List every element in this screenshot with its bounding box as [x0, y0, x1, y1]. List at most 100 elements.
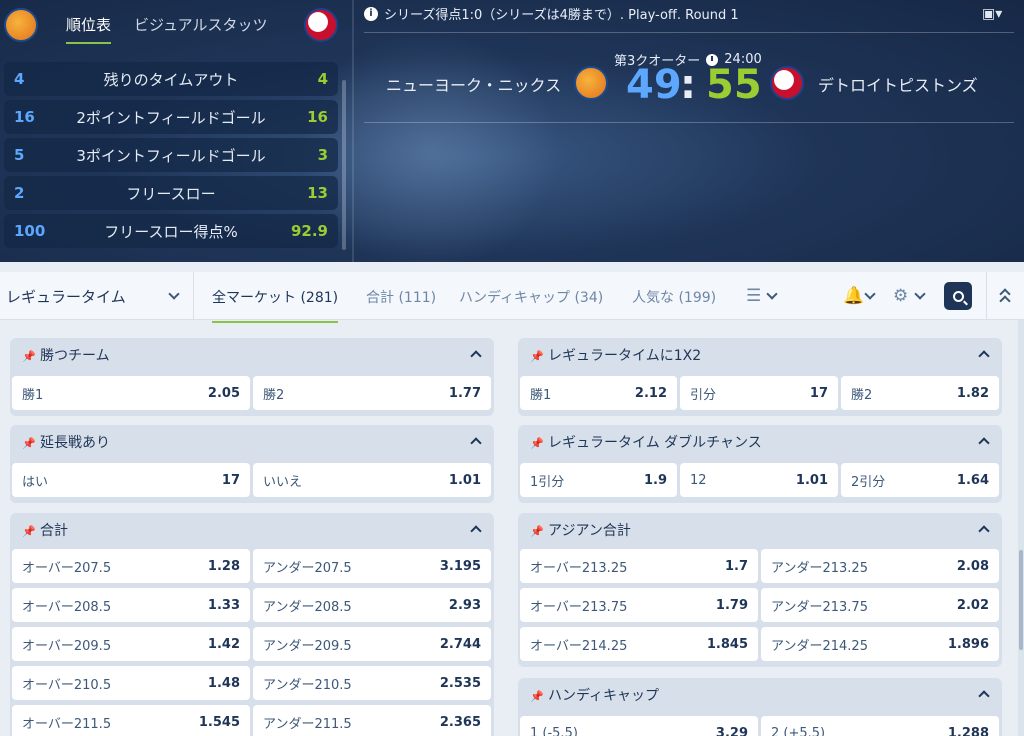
odds-button[interactable]: 勝2 1.77	[253, 376, 491, 410]
market-header[interactable]: 📌 勝つチーム	[10, 338, 494, 372]
odds-button[interactable]: 2引分 1.64	[841, 463, 999, 497]
info-icon: i	[364, 6, 378, 21]
stat-home-value: 4	[14, 70, 25, 88]
stat-label: フリースロー	[126, 184, 216, 203]
search-button[interactable]	[944, 282, 972, 310]
odds-label: オーバー208.5	[22, 599, 112, 615]
chevron-up-icon[interactable]	[470, 525, 482, 537]
stats-scrollbar[interactable]	[342, 80, 346, 250]
odds-button[interactable]: オーバー208.5 1.33	[12, 588, 250, 622]
stat-home-value: 100	[14, 222, 46, 240]
odds-button[interactable]: オーバー214.25 1.845	[520, 627, 758, 661]
stat-label: フリースロー得点%	[104, 222, 238, 241]
odds-value: 1.82	[956, 385, 989, 401]
away-team-name: デトロイトピストンズ	[818, 76, 978, 95]
pin-icon[interactable]: 📌	[530, 690, 544, 703]
divider	[364, 32, 1014, 33]
odds-value: 1.7	[724, 558, 748, 574]
market-header[interactable]: 📌 延長戦あり	[10, 425, 494, 459]
stat-home-value: 2	[14, 184, 25, 202]
odds-button[interactable]: アンダー209.5 2.744	[253, 627, 491, 661]
odds-button[interactable]: 勝2 1.82	[841, 376, 999, 410]
odds-value: 2.93	[448, 597, 481, 613]
chevron-up-icon[interactable]	[470, 350, 482, 362]
odds-value: 1.288	[947, 725, 989, 736]
odds-label: オーバー213.25	[530, 560, 628, 576]
chevron-up-icon[interactable]	[470, 437, 482, 449]
odds-button[interactable]: アンダー213.25 2.08	[761, 549, 999, 583]
stat-row: 100 フリースロー得点% 92.9	[4, 214, 338, 248]
odds-button[interactable]: オーバー210.5 1.48	[12, 666, 250, 700]
odds-button[interactable]: 勝1 2.05	[12, 376, 250, 410]
odds-button[interactable]: 1引分 1.9	[520, 463, 677, 497]
market-header[interactable]: 📌 アジアン合計	[518, 513, 1002, 547]
market-header[interactable]: 📌 ハンディキャップ	[518, 678, 1002, 712]
odds-value: 1.77	[448, 385, 481, 401]
tab-visual-stats[interactable]: ビジュアルスタッツ	[134, 14, 268, 35]
odds-button[interactable]: アンダー208.5 2.93	[253, 588, 491, 622]
pin-icon[interactable]: 📌	[22, 350, 36, 363]
collapse-all-button[interactable]	[986, 272, 1024, 320]
odds-button[interactable]: オーバー211.5 1.545	[12, 705, 250, 736]
odds-value: 2.744	[439, 636, 481, 652]
tab-all-markets[interactable]: 全マーケット (281)	[212, 287, 339, 323]
stats-panel: 順位表 ビジュアルスタッツ 4 残りのタイムアウト 4 16 2ポイントフィール…	[0, 0, 352, 262]
tab-handicap[interactable]: ハンディキャップ (34)	[459, 287, 603, 307]
hero-divider	[352, 0, 354, 262]
tab-popular[interactable]: 人気な (199)	[632, 287, 716, 307]
chevron-up-icon[interactable]	[978, 690, 990, 702]
odds-value: 1.33	[207, 597, 240, 613]
pin-icon[interactable]: 📌	[530, 437, 544, 450]
odds-button[interactable]: 引分 17	[680, 376, 838, 410]
chevron-up-icon[interactable]	[978, 350, 990, 362]
gear-icon[interactable]: ⚙	[893, 286, 908, 306]
market-header[interactable]: 📌 レギュラータイム ダブルチャンス	[518, 425, 1002, 459]
page-scrollbar[interactable]	[1018, 320, 1024, 736]
odds-button[interactable]: アンダー207.5 3.195	[253, 549, 491, 583]
odds-button[interactable]: オーバー207.5 1.28	[12, 549, 250, 583]
bell-icon[interactable]: 🔔	[843, 286, 864, 306]
odds-button[interactable]: はい 17	[12, 463, 250, 497]
stat-label: 2ポイントフィールドゴール	[76, 108, 266, 127]
odds-label: 引分	[690, 387, 717, 403]
pin-icon[interactable]: 📌	[530, 350, 544, 363]
odds-value: 1.845	[706, 636, 748, 652]
odds-label: アンダー207.5	[263, 560, 352, 576]
period-select[interactable]: レギュラータイム	[0, 272, 194, 320]
odds-label: アンダー213.25	[771, 560, 868, 576]
market-title: レギュラータイム ダブルチャンス	[548, 435, 762, 451]
odds-button[interactable]: アンダー214.25 1.896	[761, 627, 999, 661]
chevron-down-icon	[914, 288, 926, 300]
odds-button[interactable]: オーバー213.75 1.79	[520, 588, 758, 622]
market-header[interactable]: 📌 合計	[10, 513, 494, 547]
odds-value: 17	[221, 472, 240, 488]
stat-away-value: 16	[307, 108, 328, 126]
odds-button[interactable]: アンダー211.5 2.365	[253, 705, 491, 736]
pin-icon[interactable]: 📌	[22, 437, 36, 450]
odds-button[interactable]: 12 1.01	[680, 463, 838, 497]
chevron-down-icon	[168, 288, 180, 300]
tv-icon[interactable]: ▣▾	[982, 6, 1002, 22]
pin-icon[interactable]: 📌	[530, 525, 544, 538]
odds-button[interactable]: オーバー213.25 1.7	[520, 549, 758, 583]
chevron-up-icon[interactable]	[978, 525, 990, 537]
market-title: 勝つチーム	[40, 348, 110, 364]
pin-icon[interactable]: 📌	[22, 525, 36, 538]
odds-button[interactable]: 勝1 2.12	[520, 376, 677, 410]
tab-totals[interactable]: 合計 (111)	[366, 287, 436, 307]
odds-button[interactable]: オーバー209.5 1.42	[12, 627, 250, 661]
market-winner: 📌 勝つチーム 勝1 2.05 勝2 1.77	[10, 338, 494, 416]
odds-button[interactable]: アンダー210.5 2.535	[253, 666, 491, 700]
odds-value: 2.365	[439, 714, 481, 730]
tab-standings[interactable]: 順位表	[66, 14, 112, 44]
odds-button[interactable]: 2 (+5.5) 1.288	[761, 716, 999, 736]
menu-icon[interactable]: ☰	[746, 286, 761, 306]
odds-button[interactable]: アンダー213.75 2.02	[761, 588, 999, 622]
market-header[interactable]: 📌 レギュラータイムに1X2	[518, 338, 1002, 372]
home-score: 49	[626, 62, 682, 108]
odds-button[interactable]: 1 (-5.5) 3.29	[520, 716, 758, 736]
market-regular-1x2: 📌 レギュラータイムに1X2 勝1 2.12 引分 17 勝2 1.82	[518, 338, 1002, 416]
stat-label: 残りのタイムアウト	[103, 70, 239, 89]
chevron-up-icon[interactable]	[978, 437, 990, 449]
odds-button[interactable]: いいえ 1.01	[253, 463, 491, 497]
